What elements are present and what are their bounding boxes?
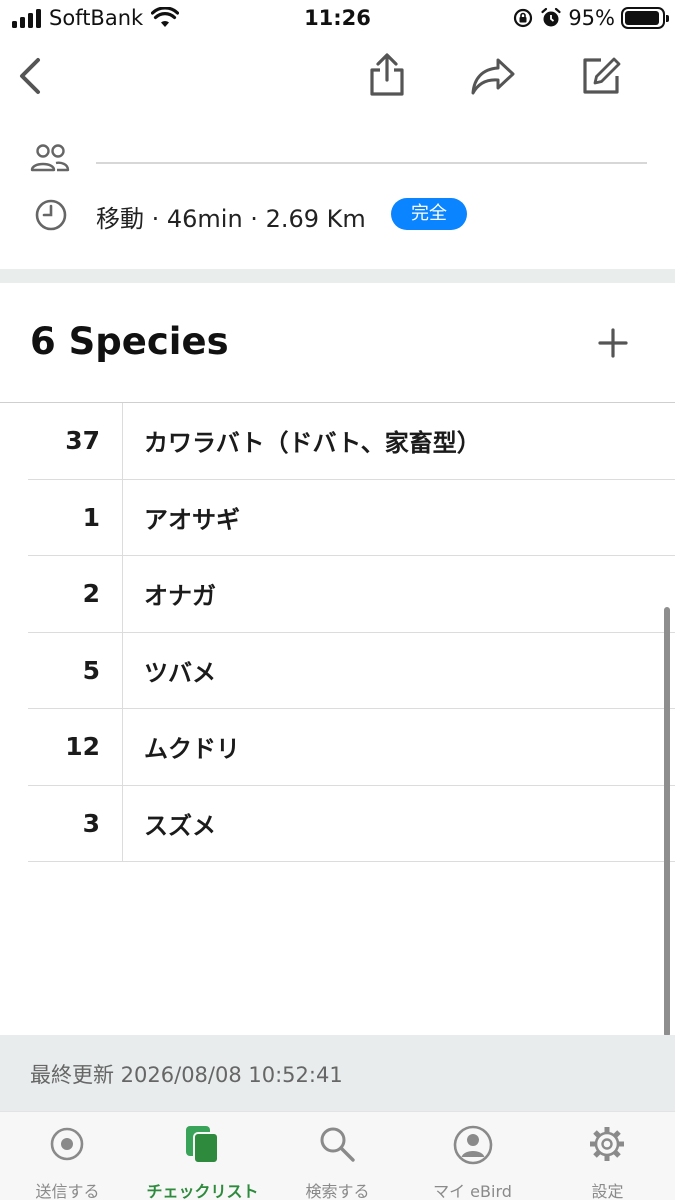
observers-field[interactable] [96, 162, 647, 164]
species-row[interactable]: 2 オナガ [28, 556, 675, 633]
status-bar: SoftBank 11:26 95% [0, 0, 675, 38]
species-count[interactable]: 12 [28, 709, 123, 785]
species-row[interactable]: 12 ムクドリ [28, 709, 675, 786]
species-count[interactable]: 3 [28, 785, 123, 861]
species-row[interactable]: 5 ツバメ [28, 632, 675, 709]
tab-label: マイ eBird [433, 1182, 512, 1200]
chevron-left-icon[interactable] [12, 52, 52, 100]
plus-icon[interactable] [595, 325, 631, 361]
species-count[interactable]: 1 [28, 479, 123, 555]
battery-percent: 95% [568, 6, 615, 30]
share-icon[interactable] [362, 50, 412, 100]
people-icon [30, 144, 70, 172]
tab-bar: 送信する チェックリスト 検索する マイ eBird 設定 [0, 1111, 675, 1200]
gear-icon [590, 1127, 624, 1161]
species-list: 37 カワラバト（ドバト、家畜型） 1 アオサギ 2 オナガ 5 ツバメ 12 … [28, 403, 675, 862]
record-icon [50, 1127, 84, 1161]
edit-icon[interactable] [576, 50, 626, 100]
species-name[interactable]: オナガ [123, 576, 216, 611]
clock-icon [35, 199, 67, 231]
scrollbar[interactable] [664, 607, 670, 1037]
alarm-icon [541, 7, 561, 27]
last-updated-bar: 最終更新 2026/08/08 10:52:41 [0, 1035, 675, 1111]
species-count[interactable]: 37 [28, 403, 123, 479]
species-name[interactable]: アオサギ [123, 500, 240, 535]
species-name[interactable]: ツバメ [123, 653, 216, 688]
tab-label: 検索する [305, 1182, 370, 1200]
species-row[interactable]: 3 スズメ [28, 785, 675, 862]
search-icon [320, 1127, 355, 1162]
battery-icon [621, 7, 669, 29]
trip-summary: 移動 · 46min · 2.69 Km [96, 205, 366, 233]
tab-settings[interactable]: 設定 [540, 1112, 675, 1200]
status-right: 95% [512, 6, 669, 30]
tab-label: 設定 [591, 1182, 624, 1200]
species-name[interactable]: スズメ [123, 806, 216, 841]
tab-search[interactable]: 検索する [270, 1112, 405, 1200]
species-row[interactable]: 1 アオサギ [28, 479, 675, 556]
species-row[interactable]: 37 カワラバト（ドバト、家畜型） [28, 403, 675, 480]
species-count[interactable]: 2 [28, 556, 123, 632]
species-name[interactable]: ムクドリ [123, 729, 240, 764]
checklist-icon [186, 1126, 219, 1164]
tab-checklist[interactable]: チェックリスト [135, 1112, 270, 1200]
tab-label: 送信する [35, 1182, 100, 1200]
battery-level [625, 11, 660, 25]
species-name[interactable]: カワラバト（ドバト、家畜型） [123, 423, 481, 458]
status-badge: 完全 [391, 198, 467, 230]
profile-icon [453, 1125, 493, 1165]
section-divider [0, 269, 675, 283]
species-count-title: 6 Species [30, 320, 229, 363]
rotation-lock-icon [514, 8, 533, 28]
species-count[interactable]: 5 [28, 632, 123, 708]
forward-arrow-icon[interactable] [468, 50, 518, 100]
tab-submit[interactable]: 送信する [0, 1112, 135, 1200]
last-updated-text: 最終更新 2026/08/08 10:52:41 [30, 1063, 343, 1087]
tab-my-ebird[interactable]: マイ eBird [405, 1112, 540, 1200]
tab-label: チェックリスト [146, 1182, 259, 1200]
